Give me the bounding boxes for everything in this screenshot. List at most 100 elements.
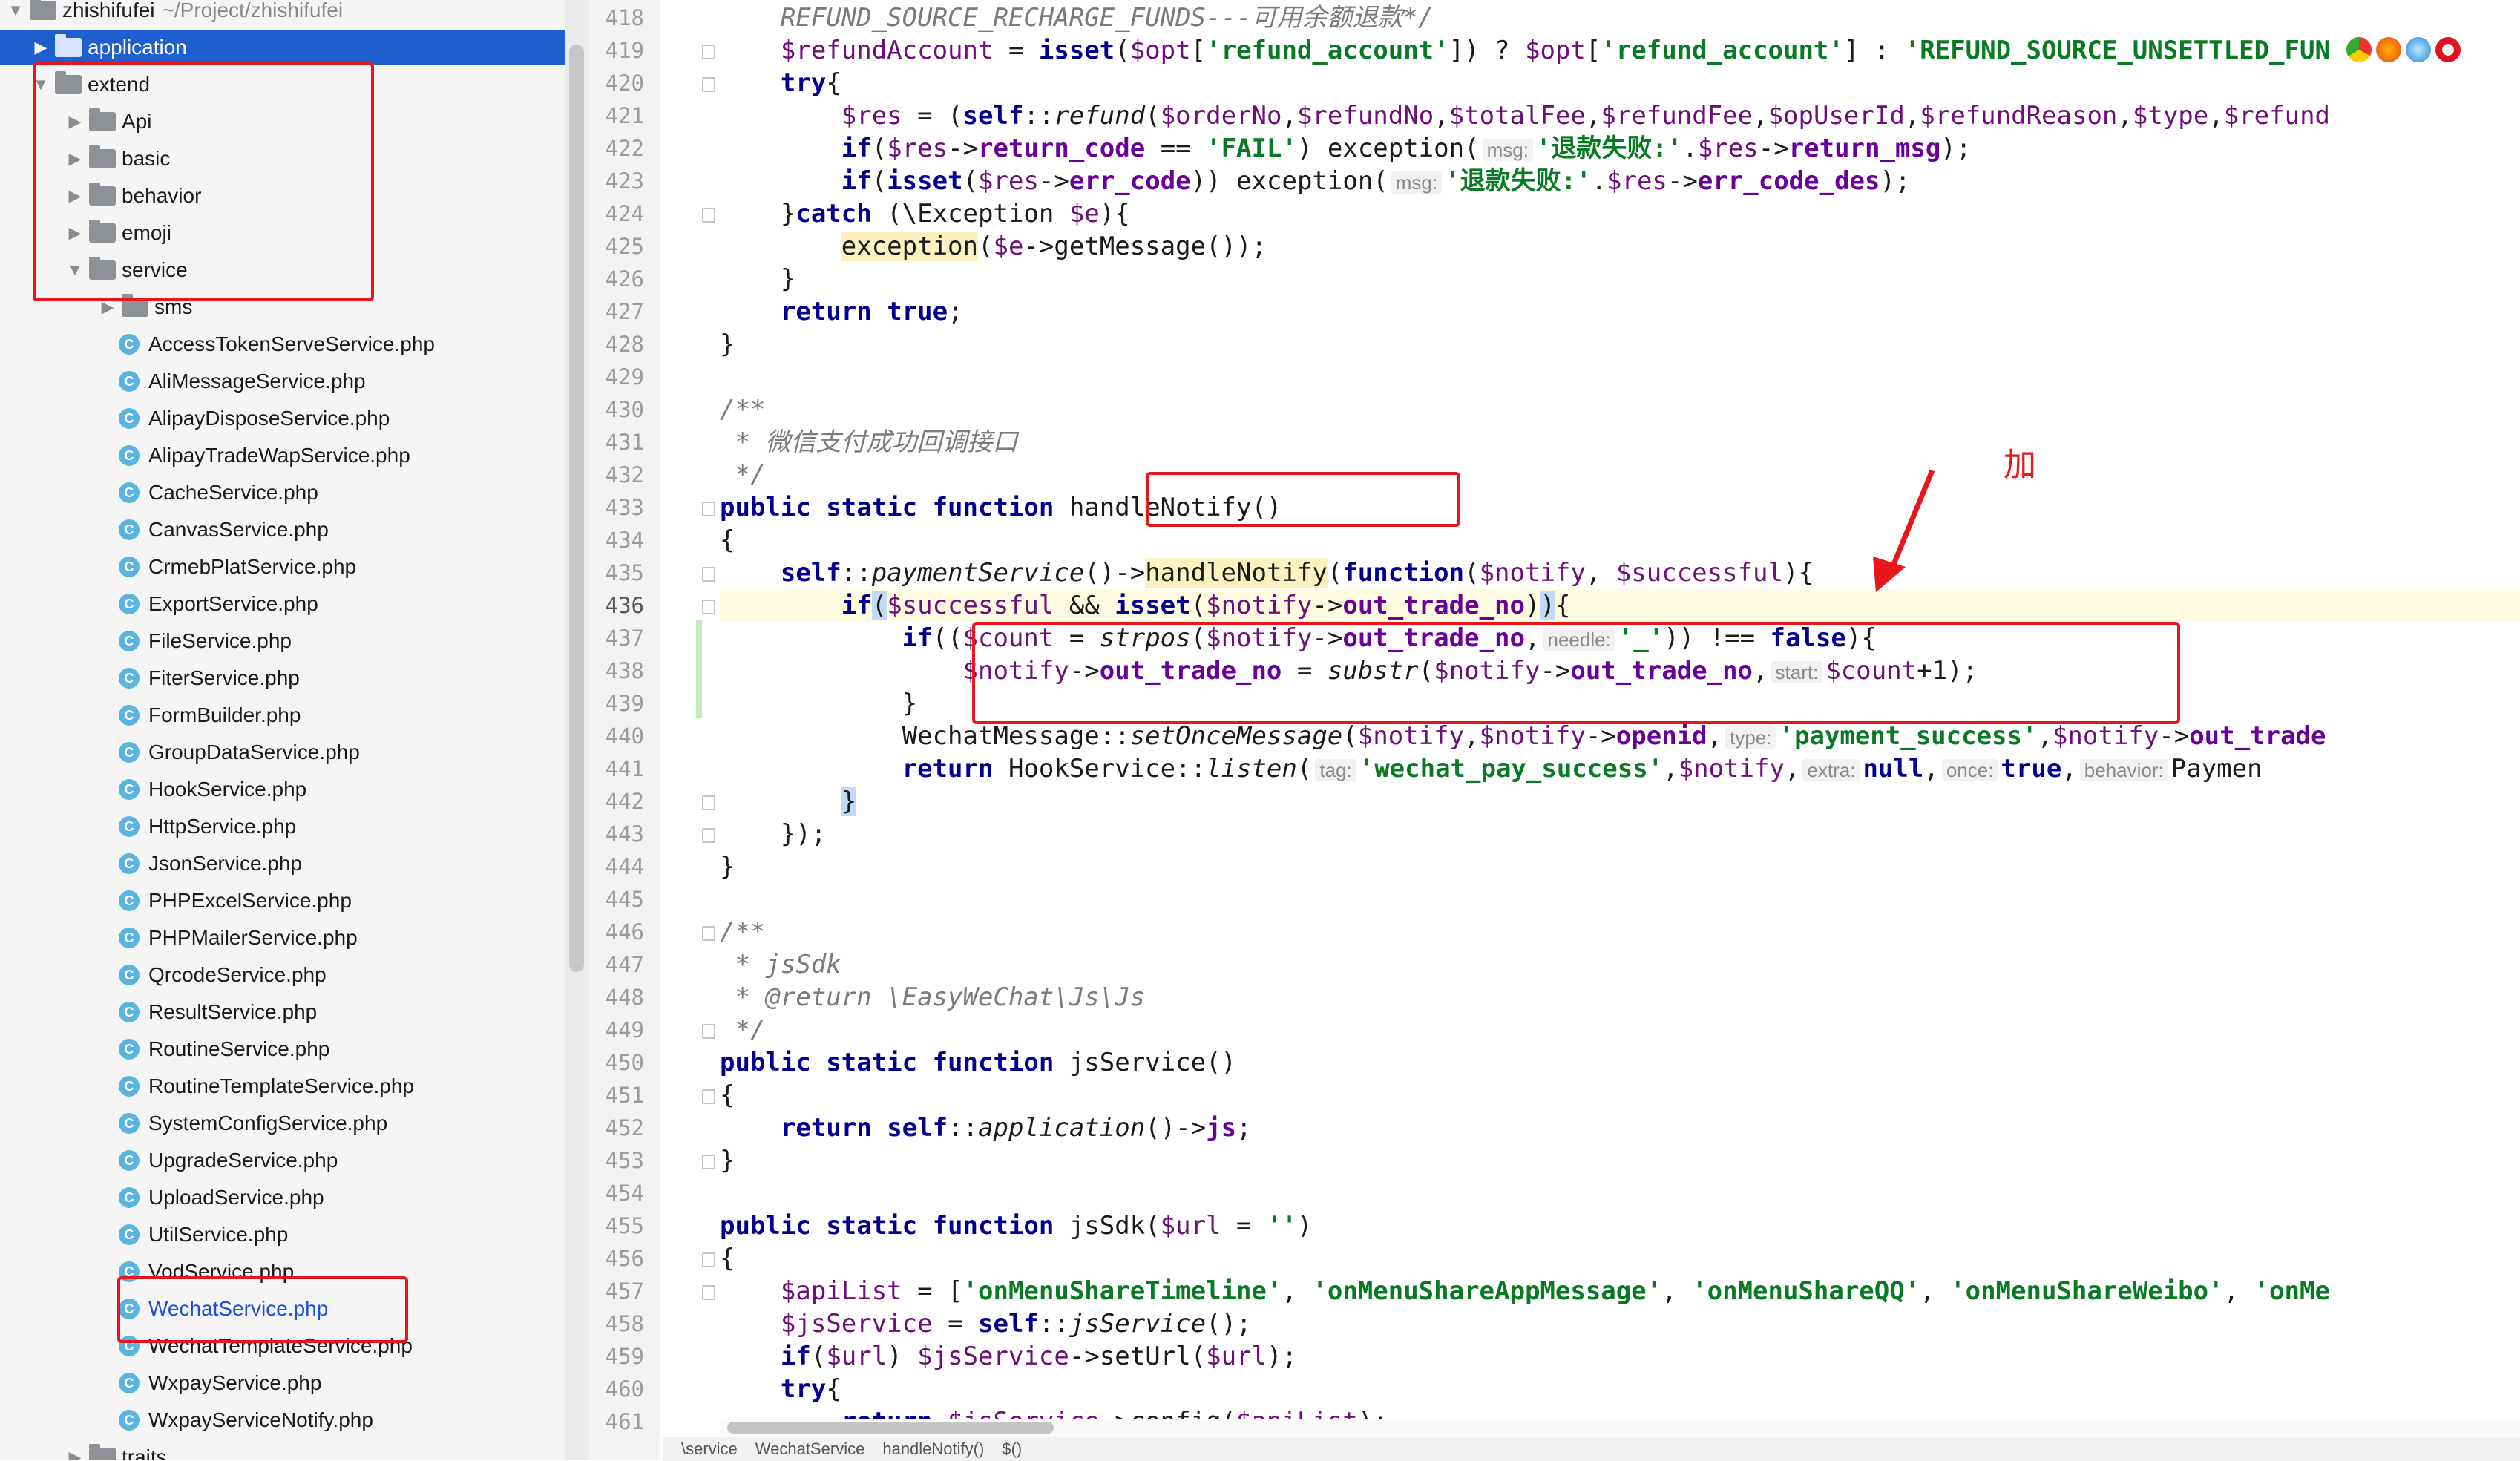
code-line[interactable]: WechatMessage::setOnceMessage($notify,$n… bbox=[720, 720, 2520, 752]
file-row[interactable]: C CanvasService.php bbox=[0, 512, 565, 548]
code-line[interactable]: } bbox=[720, 328, 2520, 361]
breadcrumb-item[interactable]: \service bbox=[681, 1439, 738, 1459]
code-line[interactable]: $apiList = ['onMenuShareTimeline', 'onMe… bbox=[720, 1275, 2520, 1307]
code-line[interactable]: public static function jsSdk($url = '') bbox=[720, 1209, 2520, 1242]
code-line[interactable]: exception($e->getMessage()); bbox=[720, 230, 2520, 263]
code-line[interactable]: * jsSdk bbox=[720, 948, 2520, 981]
file-row[interactable]: C AlipayDisposeService.php bbox=[0, 401, 565, 436]
expand-arrow-icon[interactable]: ▶ bbox=[30, 38, 52, 57]
code-line[interactable]: if($url) $jsService->setUrl($url); bbox=[720, 1340, 2520, 1373]
code-line[interactable]: try{ bbox=[720, 1373, 2520, 1405]
breadcrumb-item[interactable]: WechatService bbox=[755, 1439, 865, 1459]
file-row[interactable]: C WxpayService.php bbox=[0, 1365, 565, 1401]
editor-horizontal-scrollbar[interactable] bbox=[720, 1419, 2520, 1437]
file-row[interactable]: C CrmebPlatService.php bbox=[0, 549, 565, 585]
file-row[interactable]: C HttpService.php bbox=[0, 809, 565, 844]
code-line[interactable]: } bbox=[720, 850, 2520, 883]
code-line[interactable]: return self::application()->js; bbox=[720, 1112, 2520, 1144]
file-row[interactable]: C FileService.php bbox=[0, 623, 565, 659]
file-row[interactable]: C RoutineService.php bbox=[0, 1031, 565, 1067]
code-line[interactable]: /** bbox=[720, 393, 2520, 426]
file-row[interactable]: C SystemConfigService.php bbox=[0, 1106, 565, 1141]
file-row[interactable]: C RoutineTemplateService.php bbox=[0, 1068, 565, 1104]
code-line[interactable]: { bbox=[720, 524, 2520, 557]
file-row[interactable]: C AccessTokenServeService.php bbox=[0, 326, 565, 362]
code-line[interactable]: REFUND_SOURCE_RECHARGE_FUNDS---可用余额退款*/ bbox=[720, 1, 2520, 34]
expand-arrow-icon[interactable]: ▶ bbox=[64, 1448, 86, 1460]
fold-marker-icon[interactable] bbox=[702, 502, 715, 516]
fold-marker-icon[interactable] bbox=[702, 926, 715, 941]
file-row[interactable]: C HookService.php bbox=[0, 772, 565, 807]
code-line[interactable]: self::paymentService()->handleNotify(fun… bbox=[720, 557, 2520, 589]
folder-row[interactable]: ▶ traits bbox=[0, 1439, 565, 1460]
code-line[interactable]: $jsService = self::jsService(); bbox=[720, 1307, 2520, 1340]
code-line[interactable]: if($successful && isset($notify->out_tra… bbox=[720, 589, 2520, 622]
code-line[interactable] bbox=[720, 1177, 2520, 1209]
code-line[interactable]: $res = (self::refund($orderNo,$refundNo,… bbox=[720, 99, 2520, 132]
file-row[interactable]: C AlipayTradeWapService.php bbox=[0, 438, 565, 473]
code-line[interactable]: /** bbox=[720, 916, 2520, 948]
file-row[interactable]: C ResultService.php bbox=[0, 994, 565, 1030]
file-row[interactable]: C GroupDataService.php bbox=[0, 735, 565, 770]
code-line[interactable]: public static function handleNotify() bbox=[720, 491, 2520, 524]
fold-marker-icon[interactable] bbox=[702, 600, 715, 614]
file-row[interactable]: C PHPExcelService.php bbox=[0, 883, 565, 919]
breadcrumb-item[interactable]: handleNotify() bbox=[882, 1439, 984, 1459]
fold-marker-icon[interactable] bbox=[702, 1155, 715, 1169]
code-line[interactable]: try{ bbox=[720, 67, 2520, 99]
file-row[interactable]: C PHPMailerService.php bbox=[0, 920, 565, 956]
code-line[interactable]: public static function jsService() bbox=[720, 1046, 2520, 1079]
code-line[interactable]: } bbox=[720, 263, 2520, 295]
code-line[interactable]: { bbox=[720, 1079, 2520, 1112]
fold-marker-icon[interactable] bbox=[702, 1024, 715, 1039]
fold-marker-icon[interactable] bbox=[702, 795, 715, 810]
code-line[interactable] bbox=[720, 361, 2520, 393]
horizontal-scroll-thumb[interactable] bbox=[727, 1422, 1054, 1434]
file-row[interactable]: C QrcodeService.php bbox=[0, 957, 565, 993]
code-line[interactable]: { bbox=[720, 1242, 2520, 1275]
fold-marker-icon[interactable] bbox=[702, 208, 715, 223]
opera-icon[interactable] bbox=[2435, 37, 2461, 62]
safari-icon[interactable] bbox=[2406, 37, 2431, 62]
code-line[interactable]: if($res->return_code == 'FAIL') exceptio… bbox=[720, 132, 2520, 165]
file-row[interactable]: C UpgradeService.php bbox=[0, 1143, 565, 1178]
folder-row[interactable]: ▶ application bbox=[0, 30, 565, 65]
code-line[interactable]: }catch (\Exception $e){ bbox=[720, 197, 2520, 230]
fold-marker-icon[interactable] bbox=[702, 567, 715, 582]
fold-marker-icon[interactable] bbox=[702, 45, 715, 59]
file-row[interactable]: C AliMessageService.php bbox=[0, 364, 565, 399]
code-line[interactable]: $refundAccount = isset($opt['refund_acco… bbox=[720, 34, 2520, 67]
file-row[interactable]: C ExportService.php bbox=[0, 586, 565, 622]
sidebar-scroll-thumb[interactable] bbox=[569, 45, 584, 972]
code-line[interactable]: * @return \EasyWeChat\Js\Js bbox=[720, 981, 2520, 1014]
file-row[interactable]: C CacheService.php bbox=[0, 475, 565, 510]
expand-arrow-icon[interactable]: ▼ bbox=[4, 1, 27, 20]
code-line[interactable] bbox=[720, 883, 2520, 916]
file-row[interactable]: C UtilService.php bbox=[0, 1217, 565, 1252]
file-row[interactable]: C FormBuilder.php bbox=[0, 697, 565, 733]
code-line[interactable]: } bbox=[720, 1144, 2520, 1177]
file-row[interactable]: C FiterService.php bbox=[0, 660, 565, 696]
fold-marker-icon[interactable] bbox=[702, 1252, 715, 1267]
code-line[interactable]: } bbox=[720, 785, 2520, 818]
breadcrumb-item[interactable]: $() bbox=[1002, 1439, 1022, 1459]
php-class-icon: C bbox=[119, 1113, 140, 1134]
fold-marker-icon[interactable] bbox=[702, 828, 715, 843]
code-line[interactable]: */ bbox=[720, 459, 2520, 491]
code-line[interactable]: return HookService::listen(tag:'wechat_p… bbox=[720, 752, 2520, 785]
file-row[interactable]: C UploadService.php bbox=[0, 1180, 565, 1215]
code-line[interactable]: return true; bbox=[720, 295, 2520, 328]
code-line[interactable]: }); bbox=[720, 818, 2520, 850]
sidebar-scrollbar[interactable] bbox=[565, 0, 589, 1460]
code-line[interactable]: if(isset($res->err_code)) exception(msg:… bbox=[720, 165, 2520, 197]
fold-marker-icon[interactable] bbox=[702, 1089, 715, 1104]
file-row[interactable]: C WxpayServiceNotify.php bbox=[0, 1402, 565, 1438]
file-row[interactable]: C JsonService.php bbox=[0, 846, 565, 881]
code-line[interactable]: * 微信支付成功回调接口 bbox=[720, 426, 2520, 459]
firefox-icon[interactable] bbox=[2376, 37, 2401, 62]
fold-marker-icon[interactable] bbox=[702, 1285, 715, 1300]
chrome-icon[interactable] bbox=[2346, 37, 2372, 62]
fold-marker-icon[interactable] bbox=[702, 77, 715, 92]
project-root-row[interactable]: ▼ zhishifufei ~/Project/zhishifufei bbox=[0, 0, 565, 28]
code-line[interactable]: */ bbox=[720, 1014, 2520, 1046]
